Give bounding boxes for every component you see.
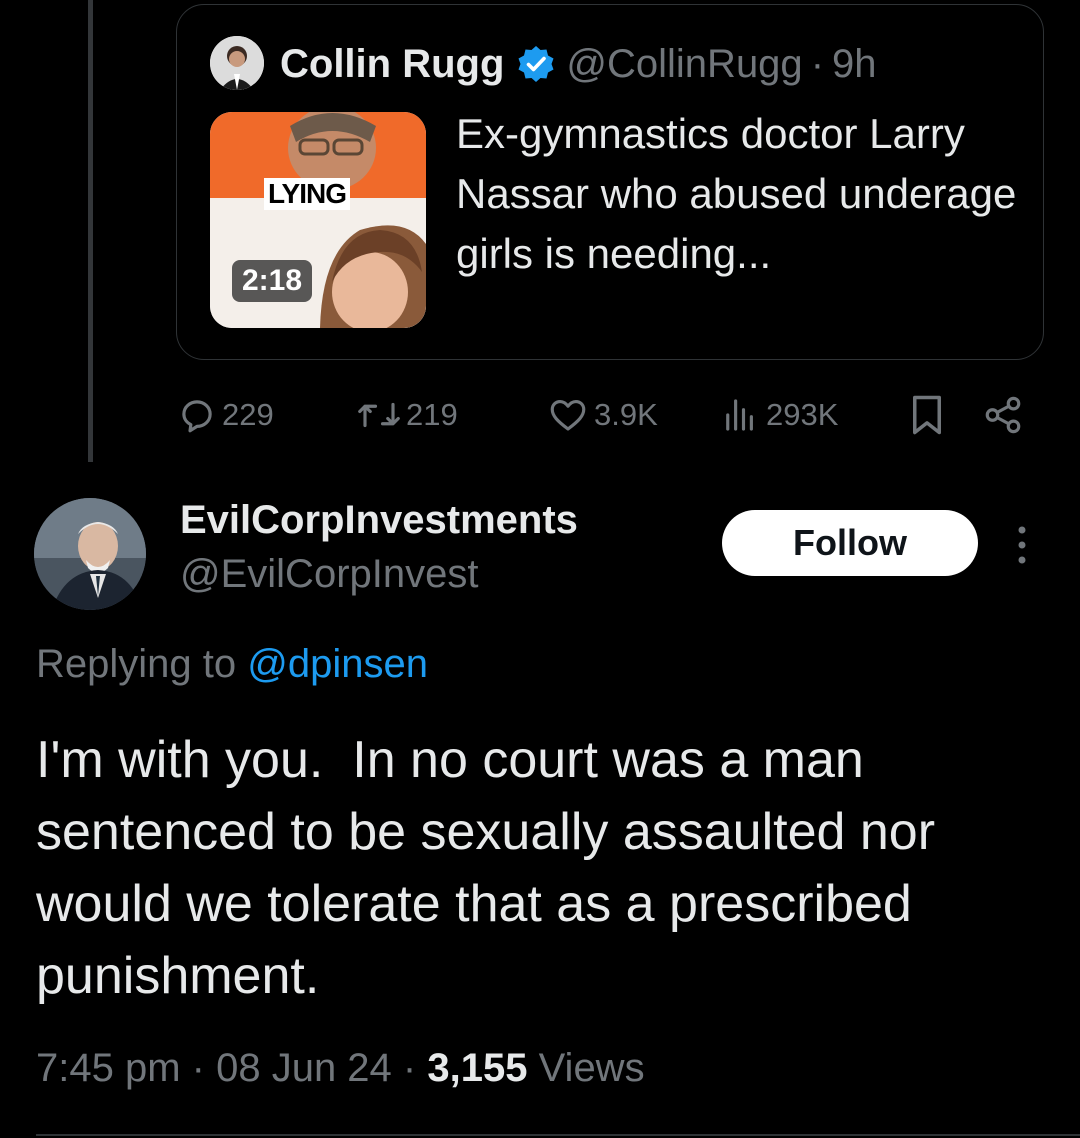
reply-tweet-text: I'm with you. In no court was a man sent… [36,731,950,1005]
tweet-date[interactable]: 08 Jun 24 [216,1046,392,1090]
like-count: 3.9K [594,397,658,432]
like-action[interactable]: 3.9K [546,390,658,440]
bookmark-action[interactable] [906,390,952,440]
reply-author-name[interactable]: EvilCorpInvestments [180,498,578,543]
repost-count: 219 [406,397,458,432]
replying-mention-link[interactable]: @dpinsen [247,642,428,686]
tweet-views-label: Views [538,1046,645,1090]
more-icon[interactable] [1004,522,1040,568]
replying-to-line: Replying to @dpinsen [36,642,428,687]
bottom-divider [36,1134,1080,1136]
quoted-tweet-age[interactable]: 9h [832,42,877,87]
views-icon [726,399,753,431]
share-action[interactable] [982,390,1028,440]
video-duration-badge: 2:18 [232,260,313,302]
meta-separator-2: · [402,1046,428,1090]
follow-button[interactable]: Follow [722,510,978,576]
tweet-metadata: 7:45 pm · 08 Jun 24 · 3,155 Views [36,1046,645,1091]
like-icon [550,399,586,431]
meta-separator-1: · [191,1046,217,1090]
reply-action[interactable]: 229 [176,390,274,440]
reply-count: 229 [222,397,274,432]
reply-icon [182,400,212,433]
tweet-time[interactable]: 7:45 pm [36,1046,181,1090]
quoted-tweet-header: Collin Rugg @CollinRugg · 9h [280,38,877,90]
thumbnail-caption: LYING [264,178,350,210]
tweet-actions-bar: 229 219 3.9K 293K [0,390,1080,440]
verified-badge-icon [518,46,554,82]
replying-prefix: Replying to [36,642,237,686]
quoted-video-thumbnail[interactable]: LYING 2:18 [210,112,426,328]
header-separator: · [810,41,825,86]
bookmark-icon [913,395,941,435]
repost-action[interactable]: 219 [356,390,458,440]
quoted-author-name[interactable]: Collin Rugg [280,42,504,87]
reply-author-avatar[interactable] [34,498,146,610]
views-count-quoted: 293K [766,397,839,432]
reply-author-handle[interactable]: @EvilCorpInvest [180,552,478,597]
share-icon [985,396,1021,434]
quoted-tweet-text[interactable]: Ex-gymnastics doctor Larry Nassar who ab… [456,104,1026,284]
repost-icon [358,402,400,428]
quoted-author-avatar[interactable] [210,36,264,90]
views-action[interactable]: 293K [718,390,838,440]
quoted-author-handle[interactable]: @CollinRugg [566,42,802,87]
tweet-views-count: 3,155 [427,1046,528,1090]
